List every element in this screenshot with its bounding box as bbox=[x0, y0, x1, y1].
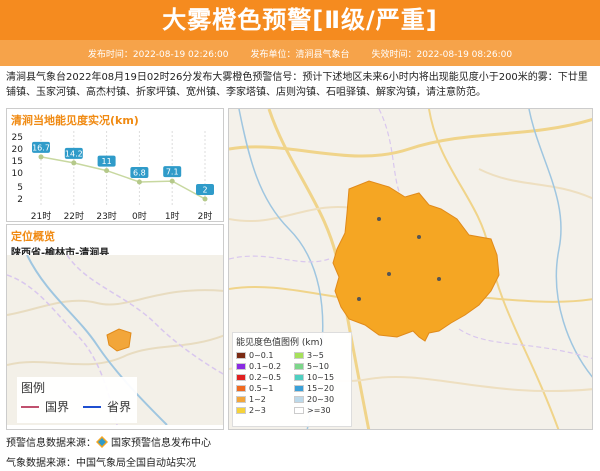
visibility-legend-title: 能见度色值图例 (km) bbox=[236, 338, 323, 348]
legend-label: 0.1~0.2 bbox=[249, 361, 282, 371]
legend-swatch bbox=[236, 395, 246, 403]
y-tick-label: 15 bbox=[12, 157, 23, 167]
warning-meta: 发布时间：2022-08-19 02:26:00 发布单位：清涧县气象台 失效时… bbox=[0, 40, 600, 66]
y-tick-label: 20 bbox=[12, 145, 24, 155]
y-tick-label: 2 bbox=[17, 195, 23, 205]
legend-item: 1~2 bbox=[236, 394, 294, 404]
warning-source-line: 预警信息数据来源： 国家预警信息发布中心 bbox=[6, 434, 211, 449]
legend-item: 0.1~0.2 bbox=[236, 361, 294, 371]
legend-item: 5~10 bbox=[294, 361, 352, 371]
legend-item: >=30 bbox=[294, 405, 352, 415]
x-tick-label: 23时 bbox=[96, 210, 116, 221]
x-tick-label: 22时 bbox=[64, 210, 84, 221]
legend-label: 1~2 bbox=[249, 394, 266, 404]
warning-source-label: 预警信息数据来源： bbox=[6, 438, 96, 449]
legend-swatch bbox=[294, 384, 304, 392]
legend-item: 3~5 bbox=[294, 350, 352, 360]
svg-text:6.8: 6.8 bbox=[133, 168, 146, 177]
legend-item: 20~30 bbox=[294, 394, 352, 404]
issuer: 发布单位：清涧县气象台 bbox=[250, 49, 350, 60]
legend-swatch bbox=[294, 406, 304, 414]
weather-source-line: 气象数据来源：中国气象局全国自动站实况 bbox=[6, 454, 196, 469]
legend-label: >=30 bbox=[307, 405, 331, 415]
expire-time: 失效时间：2022-08-19 08:26:00 bbox=[371, 49, 513, 60]
y-tick-label: 5 bbox=[17, 183, 23, 193]
legend-label: 5~10 bbox=[307, 361, 329, 371]
legend-label: 15~20 bbox=[307, 383, 335, 393]
boundary-legend: 图例 国界 省界 bbox=[17, 377, 137, 423]
svg-text:7.1: 7.1 bbox=[166, 168, 179, 177]
legend-item: 0.5~1 bbox=[236, 383, 294, 393]
visibility-legend-grid: 0~0.1 3~5 0.1~0.2 5~10 0.2~0.5 10~15 0.5~1 15~2… bbox=[236, 350, 348, 415]
legend-swatch bbox=[294, 351, 304, 359]
data-label: 14.2 bbox=[64, 147, 83, 159]
y-tick-label: 10 bbox=[12, 169, 24, 179]
warning-source-name: 国家预警信息发布中心 bbox=[111, 438, 211, 449]
legend-label: 10~15 bbox=[307, 372, 335, 382]
location-title: 定位概览 bbox=[11, 230, 55, 243]
issue-time: 发布时间：2022-08-19 02:26:00 bbox=[87, 49, 229, 60]
provincial-border-line bbox=[83, 405, 102, 408]
x-tick-label: 0时 bbox=[132, 210, 147, 221]
svg-text:14.2: 14.2 bbox=[65, 149, 83, 158]
legend-item: 15~20 bbox=[294, 383, 352, 393]
data-point[interactable] bbox=[38, 154, 44, 160]
x-tick-label: 21时 bbox=[31, 210, 51, 221]
svg-text:2: 2 bbox=[202, 186, 207, 195]
legend-label: 20~30 bbox=[307, 394, 335, 404]
visibility-line bbox=[40, 156, 206, 200]
svg-text:16.7: 16.7 bbox=[32, 143, 50, 152]
warning-description: 清涧县气象台2022年08月19日02时26分发布大雾橙色预警信号：预计下述地区… bbox=[6, 72, 588, 98]
legend-swatch bbox=[294, 362, 304, 370]
legend-swatch bbox=[236, 351, 246, 359]
legend-item: 0.2~0.5 bbox=[236, 372, 294, 382]
legend-label: 0.2~0.5 bbox=[249, 372, 282, 382]
data-label: 2 bbox=[196, 184, 214, 195]
data-point[interactable] bbox=[71, 160, 77, 166]
data-point[interactable] bbox=[136, 179, 142, 185]
visibility-color-legend: 能见度色值图例 (km) 0~0.1 3~5 0.1~0.2 5~10 0.2~0.5 1… bbox=[232, 332, 352, 427]
svg-text:11: 11 bbox=[102, 157, 112, 166]
national-border-label: 国界 bbox=[45, 400, 70, 414]
x-tick-label: 2时 bbox=[198, 210, 213, 221]
legend-swatch bbox=[236, 406, 246, 414]
national-border-line bbox=[21, 405, 39, 408]
legend-item: 10~15 bbox=[294, 372, 352, 382]
data-label: 7.1 bbox=[163, 166, 182, 178]
legend-item: 0~0.1 bbox=[236, 350, 294, 360]
legend-label: 0.5~1 bbox=[249, 383, 274, 393]
legend-swatch bbox=[236, 373, 246, 381]
boundary-legend-title: 图例 bbox=[21, 381, 46, 395]
legend-label: 2~3 bbox=[249, 405, 266, 415]
data-point[interactable] bbox=[104, 168, 110, 174]
visibility-chart: 252015105216.721时14.222时1123时6.80时7.11时2… bbox=[12, 131, 214, 221]
data-label: 11 bbox=[97, 155, 116, 167]
legend-label: 0~0.1 bbox=[249, 350, 274, 360]
cma-logo-icon bbox=[96, 435, 108, 448]
legend-item: 2~3 bbox=[236, 405, 294, 415]
data-label: 16.7 bbox=[32, 141, 50, 153]
legend-label: 3~5 bbox=[307, 350, 324, 360]
weather-source: 气象数据来源：中国气象局全国自动站实况 bbox=[6, 458, 196, 469]
legend-swatch bbox=[236, 384, 246, 392]
legend-swatch bbox=[294, 373, 304, 381]
warning-title: 大雾橙色预警[Ⅱ级/严重] bbox=[0, 0, 600, 40]
y-tick-label: 25 bbox=[12, 133, 23, 143]
data-point[interactable] bbox=[169, 178, 175, 184]
provincial-border-label: 省界 bbox=[107, 400, 132, 414]
legend-swatch bbox=[236, 362, 246, 370]
data-label: 6.8 bbox=[130, 166, 149, 178]
data-point[interactable] bbox=[202, 196, 208, 202]
location-overview-panel: 定位概览 陕西省-榆林市-清涧县 图例 国界 省界 bbox=[6, 224, 224, 430]
visibility-chart-panel: 清涧当地能见度实况(km) 25 20 15 10 5 2 16.7 21时 14.2 22时 11… bbox=[6, 108, 224, 222]
x-tick-label: 1时 bbox=[165, 210, 180, 221]
legend-swatch bbox=[294, 395, 304, 403]
